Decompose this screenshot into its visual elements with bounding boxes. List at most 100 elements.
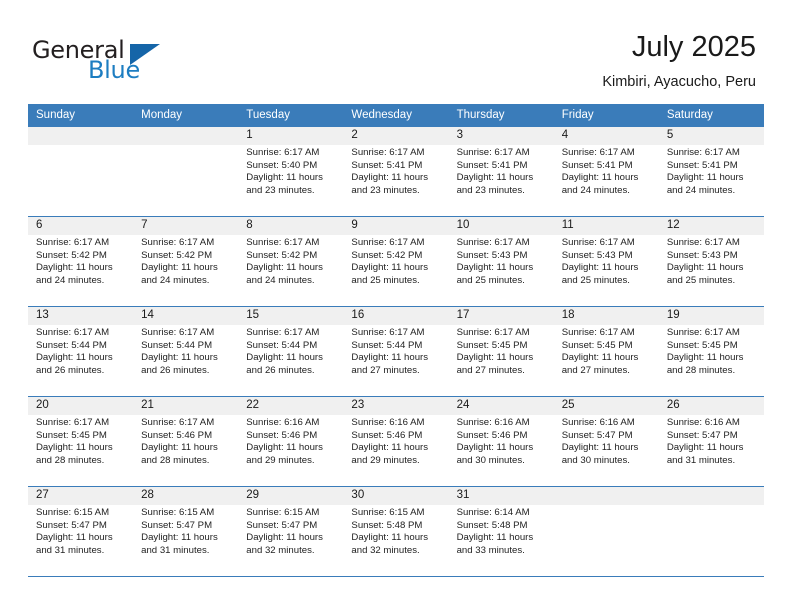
day-cell[interactable]: 2 Sunrise: 6:17 AM Sunset: 5:41 PM Dayli… xyxy=(343,127,448,216)
day-cell[interactable] xyxy=(554,487,659,576)
day-number: 3 xyxy=(456,129,463,141)
day-cell[interactable]: 25 Sunrise: 6:16 AM Sunset: 5:47 PM Dayl… xyxy=(554,397,659,486)
day-sun-info: Sunrise: 6:16 AM Sunset: 5:46 PM Dayligh… xyxy=(246,417,323,466)
day-sun-info: Sunrise: 6:17 AM Sunset: 5:46 PM Dayligh… xyxy=(141,417,218,466)
day-cell[interactable]: 13 Sunrise: 6:17 AM Sunset: 5:44 PM Dayl… xyxy=(28,307,133,396)
weekday-header-row: Sunday Monday Tuesday Wednesday Thursday… xyxy=(28,104,764,126)
day-number: 4 xyxy=(561,129,569,141)
day-number: 14 xyxy=(141,309,154,321)
day-number: 26 xyxy=(666,399,680,411)
day-number: 11 xyxy=(561,219,574,231)
day-number: 22 xyxy=(246,399,260,411)
week-row: 20 Sunrise: 6:17 AM Sunset: 5:45 PM Dayl… xyxy=(28,396,764,486)
day-cell[interactable]: 26 Sunrise: 6:16 AM Sunset: 5:47 PM Dayl… xyxy=(659,397,764,486)
day-number: 8 xyxy=(246,219,253,231)
day-sun-info: Sunrise: 6:15 AM Sunset: 5:48 PM Dayligh… xyxy=(351,507,429,556)
weekday-header-wednesday: Wednesday xyxy=(351,109,412,121)
day-cell[interactable]: 23 Sunrise: 6:16 AM Sunset: 5:46 PM Dayl… xyxy=(343,397,448,486)
day-number: 16 xyxy=(351,309,365,321)
week-row: 27 Sunrise: 6:15 AM Sunset: 5:47 PM Dayl… xyxy=(28,486,764,576)
day-cell[interactable]: 5 Sunrise: 6:17 AM Sunset: 5:41 PM Dayli… xyxy=(659,127,764,216)
day-sun-info: Sunrise: 6:15 AM Sunset: 5:47 PM Dayligh… xyxy=(141,507,218,556)
week-row: 6 Sunrise: 6:17 AM Sunset: 5:42 PM Dayli… xyxy=(28,216,764,306)
day-number: 25 xyxy=(561,399,575,411)
calendar-grid: Sunday Monday Tuesday Wednesday Thursday… xyxy=(28,104,764,577)
weekday-header-saturday: Saturday xyxy=(666,109,713,121)
day-sun-info: Sunrise: 6:17 AM Sunset: 5:44 PM Dayligh… xyxy=(36,327,113,376)
day-cell[interactable]: 11 Sunrise: 6:17 AM Sunset: 5:43 PM Dayl… xyxy=(554,217,659,306)
day-number: 31 xyxy=(456,489,470,501)
day-sun-info: Sunrise: 6:17 AM Sunset: 5:45 PM Dayligh… xyxy=(561,327,639,376)
day-cell[interactable]: 24 Sunrise: 6:16 AM Sunset: 5:46 PM Dayl… xyxy=(449,397,554,486)
weekday-header-sunday: Sunday xyxy=(36,109,76,121)
day-cell[interactable]: 9 Sunrise: 6:17 AM Sunset: 5:42 PM Dayli… xyxy=(343,217,448,306)
day-sun-info: Sunrise: 6:16 AM Sunset: 5:46 PM Dayligh… xyxy=(456,417,534,466)
day-number: 18 xyxy=(561,309,575,321)
day-cell[interactable]: 10 Sunrise: 6:17 AM Sunset: 5:43 PM Dayl… xyxy=(449,217,554,306)
day-sun-info: Sunrise: 6:17 AM Sunset: 5:43 PM Dayligh… xyxy=(561,237,639,286)
day-cell[interactable]: 21 Sunrise: 6:17 AM Sunset: 5:46 PM Dayl… xyxy=(133,397,238,486)
calendar-page: General Blue July 2025 Kimbiri, Ayacucho… xyxy=(0,0,792,612)
page-header: General Blue July 2025 Kimbiri, Ayacucho… xyxy=(0,0,792,100)
day-cell[interactable]: 8 Sunrise: 6:17 AM Sunset: 5:42 PM Dayli… xyxy=(238,217,343,306)
day-cell[interactable]: 1 Sunrise: 6:17 AM Sunset: 5:40 PM Dayli… xyxy=(238,127,343,216)
day-number: 19 xyxy=(666,309,680,321)
day-cell[interactable]: 3 Sunrise: 6:17 AM Sunset: 5:41 PM Dayli… xyxy=(449,127,554,216)
day-sun-info: Sunrise: 6:17 AM Sunset: 5:41 PM Dayligh… xyxy=(561,147,639,196)
logo-text-blue: Blue xyxy=(88,56,140,84)
day-cell[interactable]: 15 Sunrise: 6:17 AM Sunset: 5:44 PM Dayl… xyxy=(238,307,343,396)
day-sun-info: Sunrise: 6:17 AM Sunset: 5:45 PM Dayligh… xyxy=(36,417,113,466)
day-sun-info: Sunrise: 6:17 AM Sunset: 5:40 PM Dayligh… xyxy=(246,147,323,196)
day-sun-info: Sunrise: 6:17 AM Sunset: 5:44 PM Dayligh… xyxy=(246,327,323,376)
day-number: 17 xyxy=(456,309,470,321)
day-number: 5 xyxy=(666,129,674,141)
day-number: 21 xyxy=(141,399,154,411)
day-number: 13 xyxy=(36,309,49,321)
day-sun-info: Sunrise: 6:17 AM Sunset: 5:45 PM Dayligh… xyxy=(666,327,744,376)
day-cell[interactable]: 28 Sunrise: 6:15 AM Sunset: 5:47 PM Dayl… xyxy=(133,487,238,576)
day-cell[interactable]: 18 Sunrise: 6:17 AM Sunset: 5:45 PM Dayl… xyxy=(554,307,659,396)
day-cell[interactable]: 6 Sunrise: 6:17 AM Sunset: 5:42 PM Dayli… xyxy=(28,217,133,306)
general-blue-logo[interactable]: General Blue xyxy=(32,36,222,88)
day-sun-info: Sunrise: 6:17 AM Sunset: 5:42 PM Dayligh… xyxy=(351,237,429,286)
day-number: 24 xyxy=(456,399,470,411)
day-number: 10 xyxy=(456,219,470,231)
day-sun-info: Sunrise: 6:15 AM Sunset: 5:47 PM Dayligh… xyxy=(36,507,113,556)
day-cell[interactable]: 30 Sunrise: 6:15 AM Sunset: 5:48 PM Dayl… xyxy=(343,487,448,576)
day-cell[interactable]: 4 Sunrise: 6:17 AM Sunset: 5:41 PM Dayli… xyxy=(554,127,659,216)
day-number: 29 xyxy=(246,489,260,501)
day-cell[interactable]: 19 Sunrise: 6:17 AM Sunset: 5:45 PM Dayl… xyxy=(659,307,764,396)
day-sun-info: Sunrise: 6:16 AM Sunset: 5:46 PM Dayligh… xyxy=(351,417,429,466)
day-cell[interactable] xyxy=(28,127,133,216)
day-sun-info: Sunrise: 6:17 AM Sunset: 5:41 PM Dayligh… xyxy=(456,147,534,196)
day-sun-info: Sunrise: 6:17 AM Sunset: 5:42 PM Dayligh… xyxy=(246,237,323,286)
day-cell[interactable]: 27 Sunrise: 6:15 AM Sunset: 5:47 PM Dayl… xyxy=(28,487,133,576)
day-sun-info: Sunrise: 6:17 AM Sunset: 5:41 PM Dayligh… xyxy=(351,147,429,196)
week-row: 13 Sunrise: 6:17 AM Sunset: 5:44 PM Dayl… xyxy=(28,306,764,396)
weekday-header-friday: Friday xyxy=(561,109,594,121)
day-sun-info: Sunrise: 6:17 AM Sunset: 5:41 PM Dayligh… xyxy=(666,147,744,196)
day-cell[interactable]: 29 Sunrise: 6:15 AM Sunset: 5:47 PM Dayl… xyxy=(238,487,343,576)
day-cell[interactable] xyxy=(659,487,764,576)
day-cell[interactable]: 16 Sunrise: 6:17 AM Sunset: 5:44 PM Dayl… xyxy=(343,307,448,396)
day-cell[interactable]: 20 Sunrise: 6:17 AM Sunset: 5:45 PM Dayl… xyxy=(28,397,133,486)
day-cell[interactable]: 7 Sunrise: 6:17 AM Sunset: 5:42 PM Dayli… xyxy=(133,217,238,306)
day-number: 2 xyxy=(351,129,358,141)
day-cell[interactable]: 31 Sunrise: 6:14 AM Sunset: 5:48 PM Dayl… xyxy=(449,487,554,576)
day-cell[interactable]: 14 Sunrise: 6:17 AM Sunset: 5:44 PM Dayl… xyxy=(133,307,238,396)
weekday-header-thursday: Thursday xyxy=(456,109,505,121)
day-number: 20 xyxy=(36,399,49,411)
day-sun-info: Sunrise: 6:17 AM Sunset: 5:43 PM Dayligh… xyxy=(666,237,744,286)
day-sun-info: Sunrise: 6:17 AM Sunset: 5:42 PM Dayligh… xyxy=(141,237,218,286)
day-cell[interactable]: 12 Sunrise: 6:17 AM Sunset: 5:43 PM Dayl… xyxy=(659,217,764,306)
day-sun-info: Sunrise: 6:17 AM Sunset: 5:43 PM Dayligh… xyxy=(456,237,534,286)
day-number: 30 xyxy=(351,489,365,501)
day-cell[interactable]: 17 Sunrise: 6:17 AM Sunset: 5:45 PM Dayl… xyxy=(449,307,554,396)
day-sun-info: Sunrise: 6:14 AM Sunset: 5:48 PM Dayligh… xyxy=(456,507,534,556)
day-sun-info: Sunrise: 6:17 AM Sunset: 5:45 PM Dayligh… xyxy=(456,327,534,376)
day-cell[interactable]: 22 Sunrise: 6:16 AM Sunset: 5:46 PM Dayl… xyxy=(238,397,343,486)
day-number: 1 xyxy=(246,129,253,141)
day-sun-info: Sunrise: 6:17 AM Sunset: 5:44 PM Dayligh… xyxy=(141,327,218,376)
day-cell[interactable] xyxy=(133,127,238,216)
day-sun-info: Sunrise: 6:17 AM Sunset: 5:42 PM Dayligh… xyxy=(36,237,113,286)
